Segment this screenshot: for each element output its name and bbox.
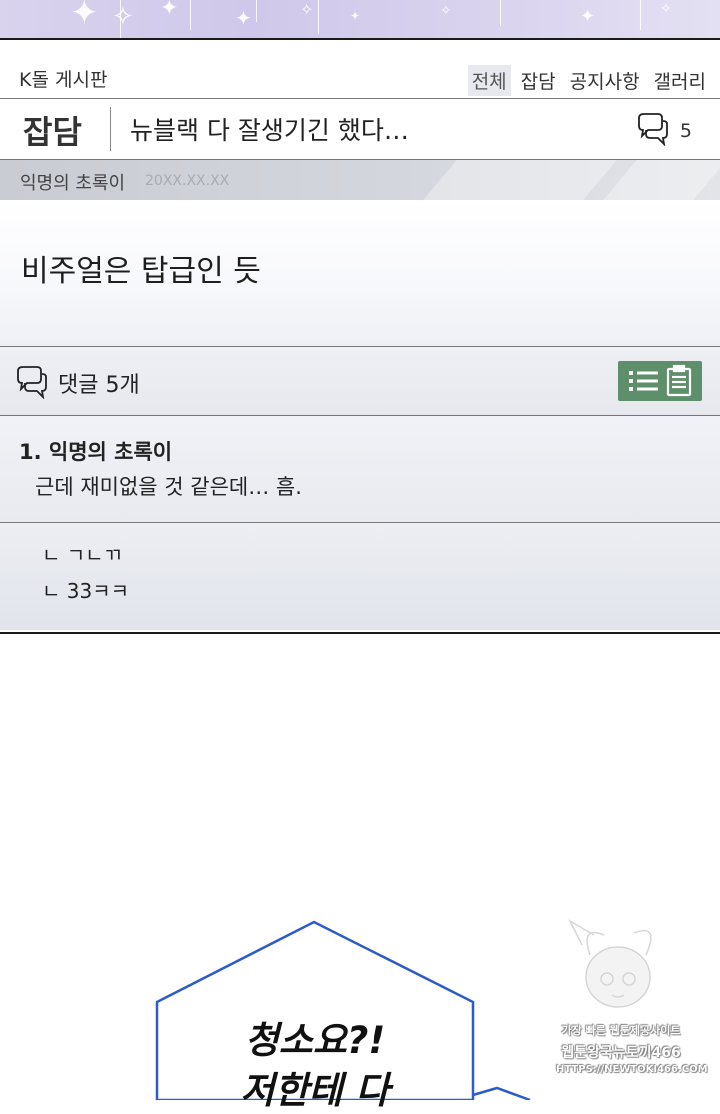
sparkle-icon: ✦	[70, 0, 99, 33]
post-body: 비주얼은 탑급인 듯	[0, 200, 720, 347]
post-category: 잡담	[23, 113, 82, 151]
comment-text: 근데 재미없을 것 같은데… 흠.	[35, 475, 302, 499]
watermark-mascot-icon	[568, 919, 652, 1008]
reply-list: ㄴ ㄱㄴㄲ ㄴ 33ㅋㅋ	[0, 523, 720, 630]
reply-item: ㄴ 33ㅋㅋ	[42, 579, 130, 603]
speech-bubble-line-1: 청소요?!	[244, 1019, 386, 1062]
decorative-sparkle-banner: ✦ ✧ ✦ ✦ ✧ ✦ ✧ ✦ ✧	[0, 0, 720, 38]
sparkle-icon: ✦	[160, 0, 179, 21]
comments-count-label: 댓글 5개	[58, 373, 140, 398]
comment-item: 1. 익명의 초록이 근데 재미없을 것 같은데… 흠.	[0, 416, 720, 523]
sparkle-icon: ✧	[660, 1, 672, 17]
comment-count: 5	[679, 120, 692, 142]
post-date: 20XX.XX.XX	[145, 173, 230, 189]
tab-all[interactable]: 전체	[467, 65, 511, 96]
post-body-text: 비주얼은 탑급인 듯	[21, 254, 261, 289]
title-divider	[110, 107, 111, 151]
watermark-line-2: 웹툰왕국뉴토끼466	[561, 1045, 681, 1061]
board-tabs: 전체 잡담 공지사항 갤러리	[462, 65, 710, 96]
comments-bar: 댓글 5개	[0, 347, 720, 416]
sparkle-icon: ✧	[112, 2, 134, 32]
sparkle-icon: ✧	[300, 0, 314, 19]
comment-count-link[interactable]: 5	[634, 112, 692, 150]
watermark-line-1: 가장 빠른 웹툰제공사이트	[561, 1024, 681, 1037]
post-author: 익명의 초록이	[20, 173, 126, 194]
speech-bubbles-icon	[634, 112, 672, 150]
reply-item: ㄴ ㄱㄴㄲ	[42, 543, 122, 567]
list-button[interactable]	[618, 361, 702, 401]
comment-author: 1. 익명의 초록이	[19, 440, 173, 464]
tab-chat[interactable]: 잡담	[517, 65, 560, 96]
post-title: 뉴블랙 다 잘생기긴 했다…	[130, 116, 409, 145]
speech-bubbles-icon	[15, 365, 53, 403]
speech-bubble-line-2: 저한테 다	[240, 1069, 390, 1112]
tab-gallery[interactable]: 갤러리	[650, 65, 710, 96]
post-meta-row: 익명의 초록이 20XX.XX.XX	[0, 160, 720, 200]
sparkle-icon: ✦	[235, 6, 252, 30]
sparkle-icon: ✧	[440, 3, 452, 19]
sparkle-icon: ✦	[350, 9, 361, 23]
board-panel: K돌 게시판 전체 잡담 공지사항 갤러리 잡담 뉴블랙 다 잘생기긴 했다… …	[0, 38, 720, 634]
watermark-line-3: HTTPS://NEWTOKI466.COM	[556, 1064, 708, 1075]
board-name: K돌 게시판	[19, 69, 108, 91]
sparkle-icon: ✦	[580, 6, 596, 27]
tab-notice[interactable]: 공지사항	[566, 65, 644, 96]
clipboard-icon	[666, 364, 692, 397]
list-icon	[629, 371, 658, 391]
board-nav-row: K돌 게시판 전체 잡담 공지사항 갤러리	[0, 40, 720, 99]
post-title-row: 잡담 뉴블랙 다 잘생기긴 했다… 5	[0, 99, 720, 160]
